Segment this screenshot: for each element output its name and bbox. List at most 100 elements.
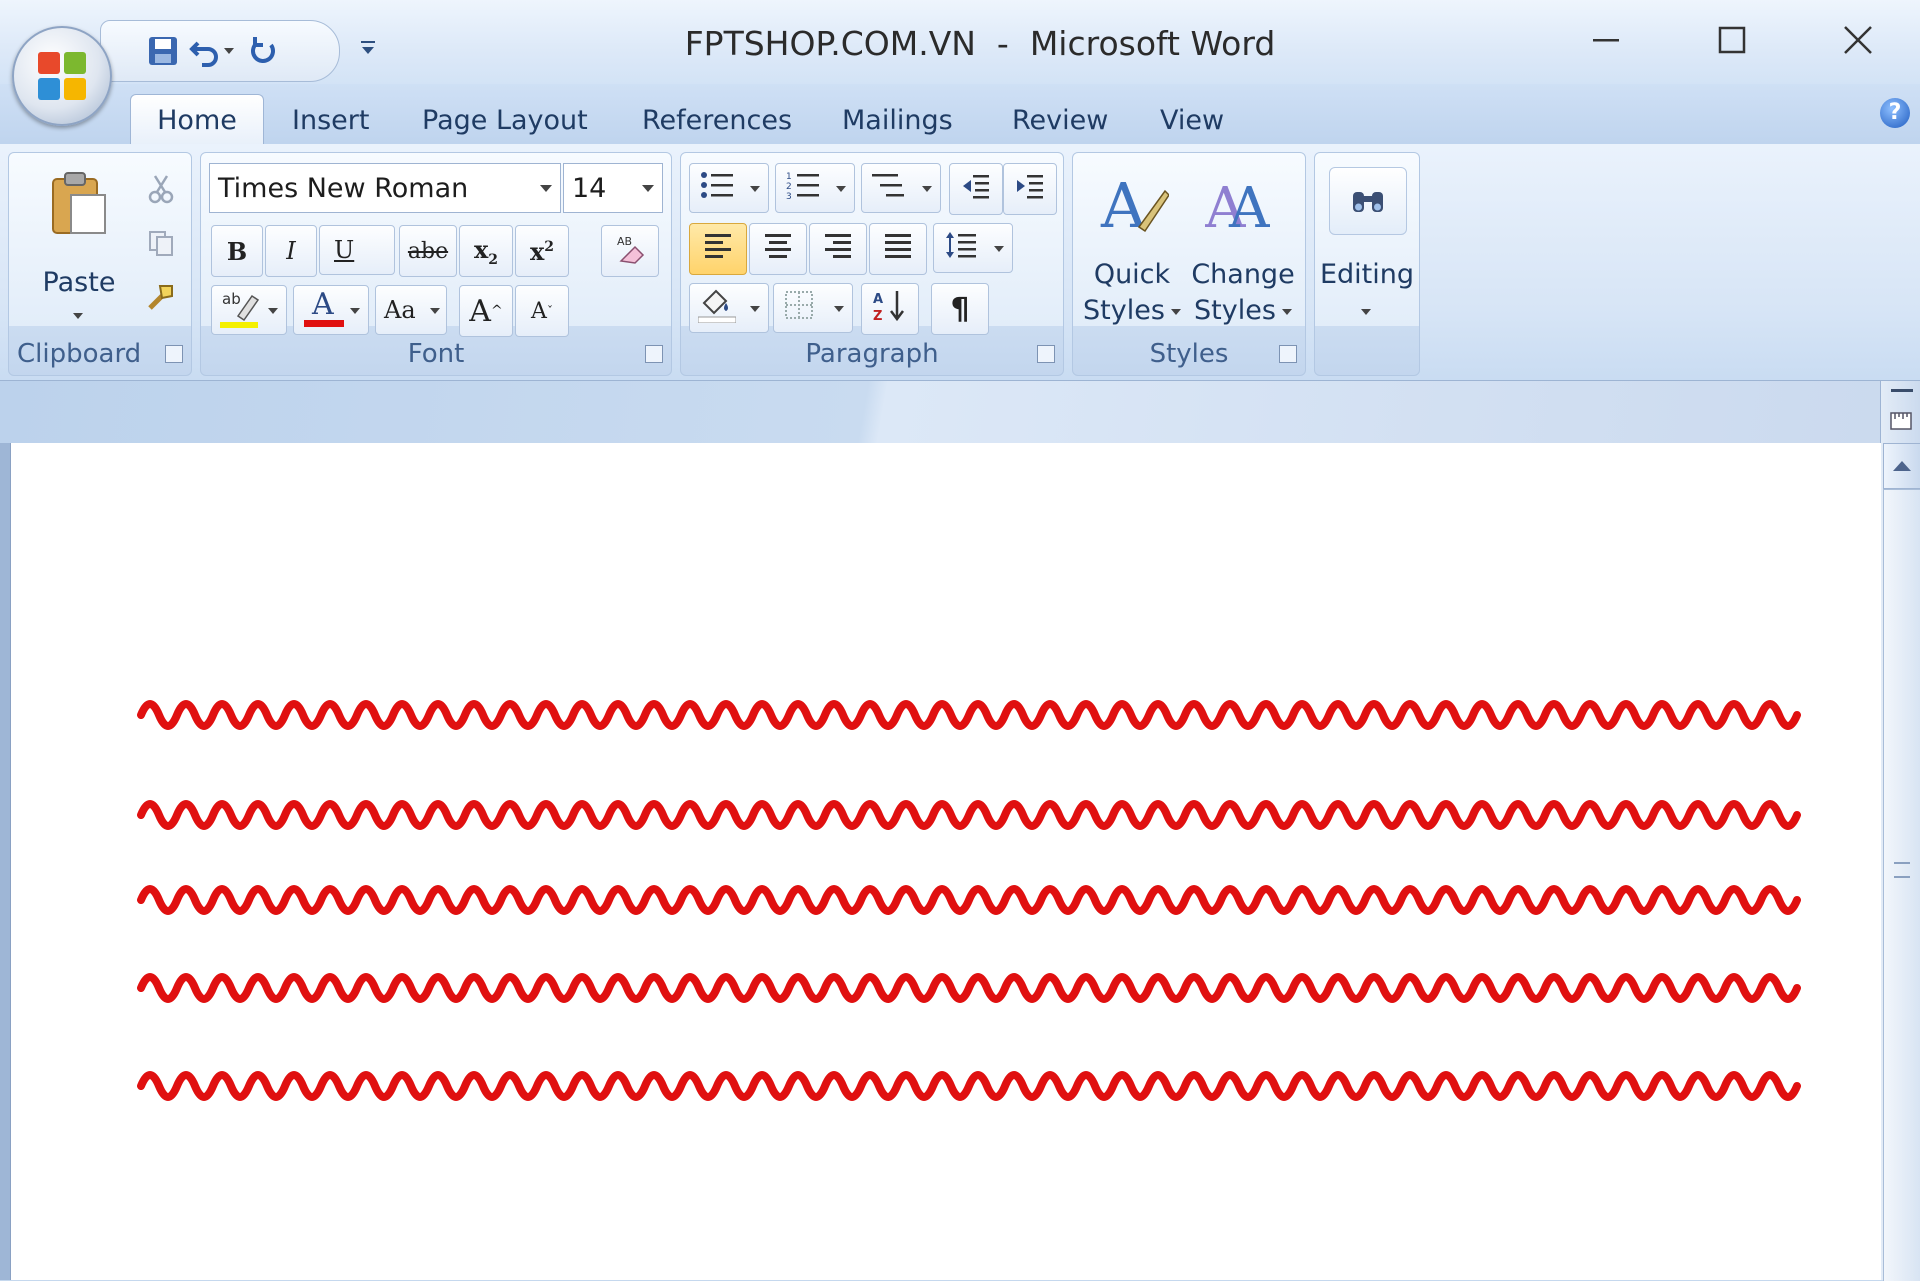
- multilevel-list-button[interactable]: [861, 163, 941, 213]
- justify-icon: [883, 232, 913, 266]
- ribbon-tabs: Home Insert Page Layout References Maili…: [0, 84, 1920, 145]
- grow-font-button[interactable]: A ^: [459, 285, 513, 337]
- svg-text:A: A: [873, 292, 883, 307]
- office-button[interactable]: [12, 26, 112, 126]
- svg-text:3: 3: [786, 192, 792, 200]
- close-button[interactable]: [1808, 10, 1908, 74]
- svg-text:A: A: [1228, 176, 1270, 239]
- superscript-button[interactable]: x2: [515, 225, 569, 277]
- svg-text:AB: AB: [617, 235, 632, 248]
- subscript-icon: x2: [473, 234, 499, 268]
- quick-styles-label-2: Styles: [1083, 295, 1165, 326]
- svg-text:ab: ab: [222, 290, 241, 308]
- change-case-label: Aa: [384, 296, 416, 324]
- minimize-button[interactable]: [1556, 10, 1656, 74]
- editing-button[interactable]: Editing: [1315, 159, 1419, 329]
- maximize-icon: [1717, 25, 1747, 59]
- borders-button[interactable]: [773, 283, 853, 333]
- align-right-icon: [823, 232, 853, 266]
- underline-button[interactable]: U: [319, 225, 395, 275]
- superscript-icon: x2: [529, 236, 555, 266]
- increase-indent-button[interactable]: [1003, 163, 1057, 215]
- font-size-combo[interactable]: 14: [563, 163, 663, 213]
- shading-button[interactable]: [689, 283, 769, 333]
- change-styles-button[interactable]: AA Change Styles: [1187, 159, 1299, 329]
- view-ruler-icon[interactable]: [1887, 407, 1915, 435]
- split-handle[interactable]: [1891, 389, 1913, 392]
- tab-view[interactable]: View: [1154, 98, 1230, 144]
- bullets-dropdown-icon: [750, 186, 760, 192]
- clear-formatting-button[interactable]: AB: [601, 225, 659, 277]
- numbering-button[interactable]: 123: [775, 163, 855, 213]
- clear-formatting-icon: AB: [613, 231, 647, 271]
- bullets-button[interactable]: [689, 163, 769, 213]
- svg-text:1: 1: [786, 172, 792, 182]
- line-spacing-button[interactable]: [933, 223, 1013, 273]
- change-case-dropdown-icon: [430, 308, 440, 314]
- tab-references[interactable]: References: [636, 98, 798, 144]
- paste-button[interactable]: Paste: [19, 161, 139, 331]
- highlighter-icon: ab: [220, 286, 260, 334]
- svg-text:A: A: [311, 287, 334, 322]
- customize-icon[interactable]: [346, 26, 390, 70]
- font-color-button[interactable]: A: [293, 285, 369, 335]
- scroll-thumb[interactable]: [1883, 489, 1920, 1281]
- highlight-button[interactable]: ab: [211, 285, 287, 335]
- maximize-button[interactable]: [1682, 10, 1782, 74]
- clipboard-launcher-icon[interactable]: [165, 345, 183, 363]
- decrease-indent-button[interactable]: [949, 163, 1003, 215]
- change-case-button[interactable]: Aa: [375, 285, 447, 335]
- font-size-dropdown-icon: [642, 185, 654, 192]
- quick-access-toolbar: [100, 20, 340, 82]
- tab-home[interactable]: Home: [130, 94, 264, 145]
- paragraph-launcher-icon[interactable]: [1037, 345, 1055, 363]
- justify-button[interactable]: [869, 223, 927, 275]
- redo-icon[interactable]: [241, 29, 285, 73]
- numbering-dropdown-icon: [836, 186, 846, 192]
- quick-styles-button[interactable]: A Quick Styles: [1077, 159, 1187, 329]
- vertical-scrollbar[interactable]: [1880, 381, 1920, 1281]
- tab-review[interactable]: Review: [1006, 98, 1114, 144]
- save-icon[interactable]: [141, 29, 185, 73]
- undo-dropdown-icon[interactable]: [219, 29, 239, 73]
- help-icon[interactable]: ?: [1880, 98, 1910, 128]
- font-group: Times New Roman 14 B I U abe x2 x2 AB ab…: [200, 152, 672, 376]
- font-launcher-icon[interactable]: [645, 345, 663, 363]
- svg-text:Z: Z: [873, 309, 882, 323]
- format-painter-icon[interactable]: [141, 277, 181, 317]
- office-logo-icon: [36, 50, 88, 106]
- tab-page-layout[interactable]: Page Layout: [416, 98, 594, 144]
- tab-mailings[interactable]: Mailings: [836, 98, 959, 144]
- tab-insert[interactable]: Insert: [286, 98, 375, 144]
- align-left-icon: [703, 232, 733, 266]
- align-center-icon: [763, 232, 793, 266]
- change-styles-label-2: Styles: [1194, 295, 1276, 326]
- clipboard-group: Paste Clipboard: [8, 152, 192, 376]
- svg-text:2: 2: [786, 182, 792, 192]
- squiggle-line: [137, 973, 1801, 1003]
- scroll-up-button[interactable]: [1883, 443, 1920, 489]
- sort-button[interactable]: AZ: [861, 283, 919, 335]
- shrink-font-button[interactable]: Aˇ: [515, 285, 569, 337]
- line-spacing-dropdown-icon: [994, 246, 1004, 252]
- align-left-button[interactable]: [689, 223, 747, 275]
- document-page[interactable]: [10, 443, 1881, 1280]
- font-name-combo[interactable]: Times New Roman: [209, 163, 561, 213]
- show-formatting-button[interactable]: ¶: [931, 283, 989, 335]
- styles-launcher-icon[interactable]: [1279, 345, 1297, 363]
- font-size-value: 14: [572, 173, 607, 204]
- increase-indent-icon: [1015, 171, 1045, 207]
- decrease-indent-icon: [961, 171, 991, 207]
- squiggle-line: [137, 885, 1801, 915]
- italic-button[interactable]: I: [265, 225, 317, 277]
- font-name-dropdown-icon: [540, 185, 552, 192]
- cut-icon[interactable]: [141, 169, 181, 209]
- strikethrough-button[interactable]: abe: [399, 225, 457, 277]
- grow-font-label: A: [469, 293, 491, 329]
- copy-icon[interactable]: [141, 223, 181, 263]
- subscript-button[interactable]: x2: [459, 225, 513, 277]
- paste-icon: [49, 171, 109, 241]
- align-center-button[interactable]: [749, 223, 807, 275]
- align-right-button[interactable]: [809, 223, 867, 275]
- bold-button[interactable]: B: [211, 225, 263, 277]
